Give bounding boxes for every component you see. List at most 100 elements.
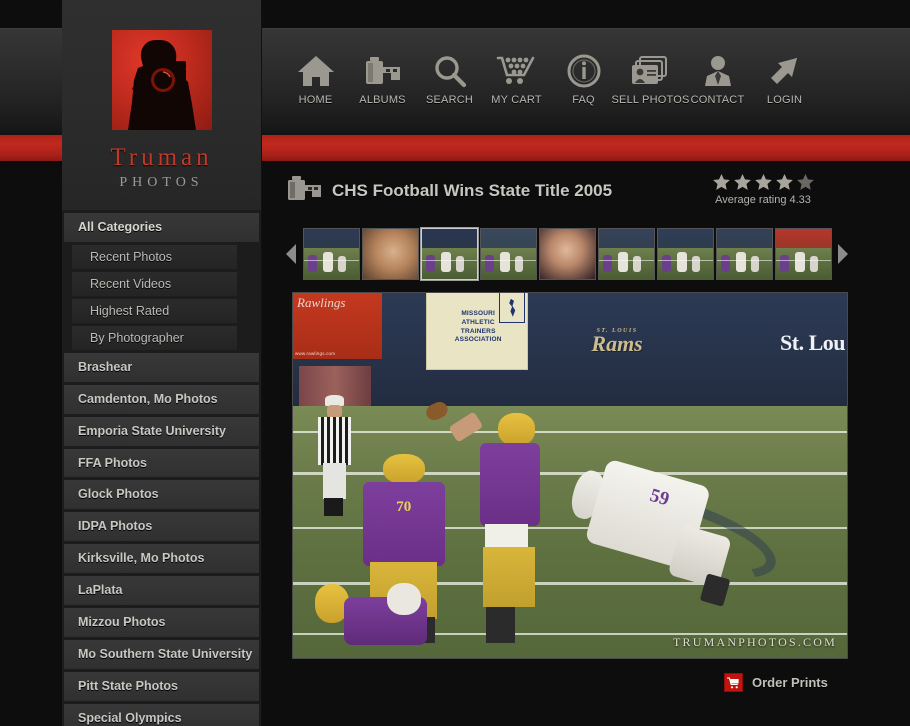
- nav-item-my-cart[interactable]: MY CART: [483, 52, 550, 106]
- sidebar-item-brashear[interactable]: Brashear: [64, 352, 259, 382]
- sidebar-item-mizzou-photos[interactable]: Mizzou Photos: [64, 607, 259, 637]
- photo-watermark: TRUMANPHOTOS.COM: [672, 635, 837, 649]
- thumb-figure: [602, 255, 612, 272]
- rawlings-url-text: www.rawlings.com: [295, 350, 336, 356]
- main-navigation: HOME ALBUMS SEARCH MY CART FAQ SELL PHOTOS CON…: [282, 52, 818, 106]
- rating-block: Average rating 4.33: [678, 173, 848, 206]
- photo-player-pile: [310, 578, 443, 658]
- nav-item-label: HOME: [298, 94, 333, 106]
- nav-item-search[interactable]: SEARCH: [416, 52, 483, 106]
- thumb-figure: [795, 252, 805, 272]
- thumb-figure: [632, 256, 642, 272]
- page-title: CHS Football Wins State Title 2005: [332, 181, 613, 200]
- thumb-yardline: [598, 260, 654, 261]
- mata-line: ATHLETIC: [461, 318, 495, 326]
- thumbnail-3[interactable]: [420, 228, 478, 280]
- nav-item-label: ALBUMS: [359, 94, 406, 106]
- sidebar-item-ffa-photos[interactable]: FFA Photos: [64, 448, 259, 478]
- nav-item-sell-photos[interactable]: SELL PHOTOS: [612, 52, 689, 106]
- sidebar-item-recent-videos[interactable]: Recent Videos: [72, 271, 237, 296]
- sidebar-item-glock-photos[interactable]: Glock Photos: [64, 480, 259, 510]
- thumbnail-7[interactable]: [656, 228, 714, 280]
- sidebar-item-camdenton-mo-photos[interactable]: Camdenton, Mo Photos: [64, 384, 259, 414]
- sidebar-header-all-categories[interactable]: All Categories: [64, 213, 259, 242]
- order-prints-label: Order Prints: [752, 675, 828, 690]
- thumb-yardline: [480, 260, 536, 261]
- nav-item-albums[interactable]: ALBUMS: [349, 52, 416, 106]
- thumb-figure: [441, 252, 451, 272]
- star-5[interactable]: [796, 173, 815, 192]
- person-icon: [698, 52, 738, 88]
- thumb-figure: [750, 256, 760, 272]
- rawlings-script-text: Rawlings: [297, 295, 346, 310]
- gallery-title-row: CHS Football Wins State Title 2005 Avera…: [262, 161, 910, 211]
- thumb-figure: [779, 255, 789, 272]
- photo-quarterback: [448, 411, 548, 644]
- nav-item-label: CONTACT: [690, 94, 745, 106]
- star-3[interactable]: [754, 173, 773, 192]
- gallery-content: CHS Football Wins State Title 2005 Avera…: [262, 161, 910, 726]
- sidebar-category-list: Brashear Camdenton, Mo Photos Emporia Stat…: [62, 352, 261, 726]
- sidebar-item-recent-photos[interactable]: Recent Photos: [72, 244, 237, 269]
- star-4[interactable]: [775, 173, 794, 192]
- star-rating[interactable]: [678, 173, 848, 192]
- thumb-yardline: [775, 260, 831, 261]
- thumb-yardline: [421, 260, 477, 261]
- mata-line: ASSOCIATION: [454, 336, 502, 344]
- shopping-cart-icon: [495, 52, 539, 88]
- sidebar-item-emporia-state-university[interactable]: Emporia State University: [64, 416, 259, 446]
- nav-item-faq[interactable]: FAQ: [550, 52, 617, 106]
- thumb-figure: [661, 255, 671, 272]
- thumb-figure: [720, 255, 730, 272]
- thumb-figure: [337, 256, 347, 272]
- thumbnail-strip: [284, 225, 850, 283]
- info-circle-icon: [564, 52, 604, 88]
- magnifier-icon: [430, 52, 470, 88]
- missouri-state-outline-icon: [499, 293, 526, 323]
- sidebar-item-kirksville-mo-photos[interactable]: Kirksville, Mo Photos: [64, 544, 259, 573]
- nav-item-contact[interactable]: CONTACT: [684, 52, 751, 106]
- film-canister-icon: [363, 52, 403, 88]
- star-1[interactable]: [712, 173, 731, 192]
- sidebar-item-highest-rated[interactable]: Highest Rated: [72, 298, 237, 323]
- thumb-yardline: [716, 260, 772, 261]
- star-2[interactable]: [733, 173, 752, 192]
- photo-banner-stlouis: St. Lou: [780, 329, 845, 355]
- logo-panel[interactable]: Truman PHOTOS: [62, 0, 262, 210]
- home-icon: [296, 52, 336, 88]
- nav-item-login[interactable]: LOGIN: [751, 52, 818, 106]
- nav-item-home[interactable]: HOME: [282, 52, 349, 106]
- thumbnail-1[interactable]: [302, 228, 360, 280]
- category-sidebar: All Categories Recent Photos Recent Video…: [62, 210, 262, 726]
- main-photo[interactable]: Rawlings www.rawlings.com MISSOURI ATHLET…: [292, 292, 848, 659]
- sidebar-item-laplata[interactable]: LaPlata: [64, 576, 259, 605]
- thumb-figure: [500, 252, 510, 272]
- thumb-face: [539, 229, 595, 279]
- chevron-left-icon[interactable]: [284, 242, 299, 266]
- thumbnail-list: [299, 228, 836, 280]
- thumbnail-8[interactable]: [715, 228, 773, 280]
- thumb-figure: [455, 256, 465, 272]
- thumbnail-9[interactable]: [774, 228, 832, 280]
- thumb-figure: [323, 252, 333, 272]
- sidebar-item-mo-southern-state-university[interactable]: Mo Southern State University: [64, 639, 259, 669]
- thumbnail-5[interactable]: [538, 228, 596, 280]
- thumb-sky: [598, 229, 654, 248]
- sidebar-item-pitt-state-photos[interactable]: Pitt State Photos: [64, 671, 259, 701]
- thumb-sky: [480, 229, 536, 248]
- sidebar-item-idpa-photos[interactable]: IDPA Photos: [64, 512, 259, 542]
- sidebar-item-by-photographer[interactable]: By Photographer: [72, 325, 237, 350]
- thumbnail-2[interactable]: [361, 228, 419, 280]
- thumb-sky: [775, 229, 831, 248]
- thumb-yardline: [303, 260, 359, 261]
- rams-wordmark: Rams: [591, 330, 643, 356]
- sidebar-item-special-olympics[interactable]: Special Olympics: [64, 703, 259, 726]
- thumbnail-6[interactable]: [597, 228, 655, 280]
- photo-banner-mata: MISSOURI ATHLETIC TRAINERS ASSOCIATION: [425, 293, 529, 370]
- thumb-figure: [809, 256, 819, 272]
- thumbnail-4[interactable]: [479, 228, 537, 280]
- chevron-right-icon[interactable]: [836, 242, 851, 266]
- photo-stack-icon: [629, 52, 673, 88]
- photo-banner-rawlings: Rawlings www.rawlings.com: [293, 293, 382, 359]
- order-prints-button[interactable]: Order Prints: [724, 673, 828, 692]
